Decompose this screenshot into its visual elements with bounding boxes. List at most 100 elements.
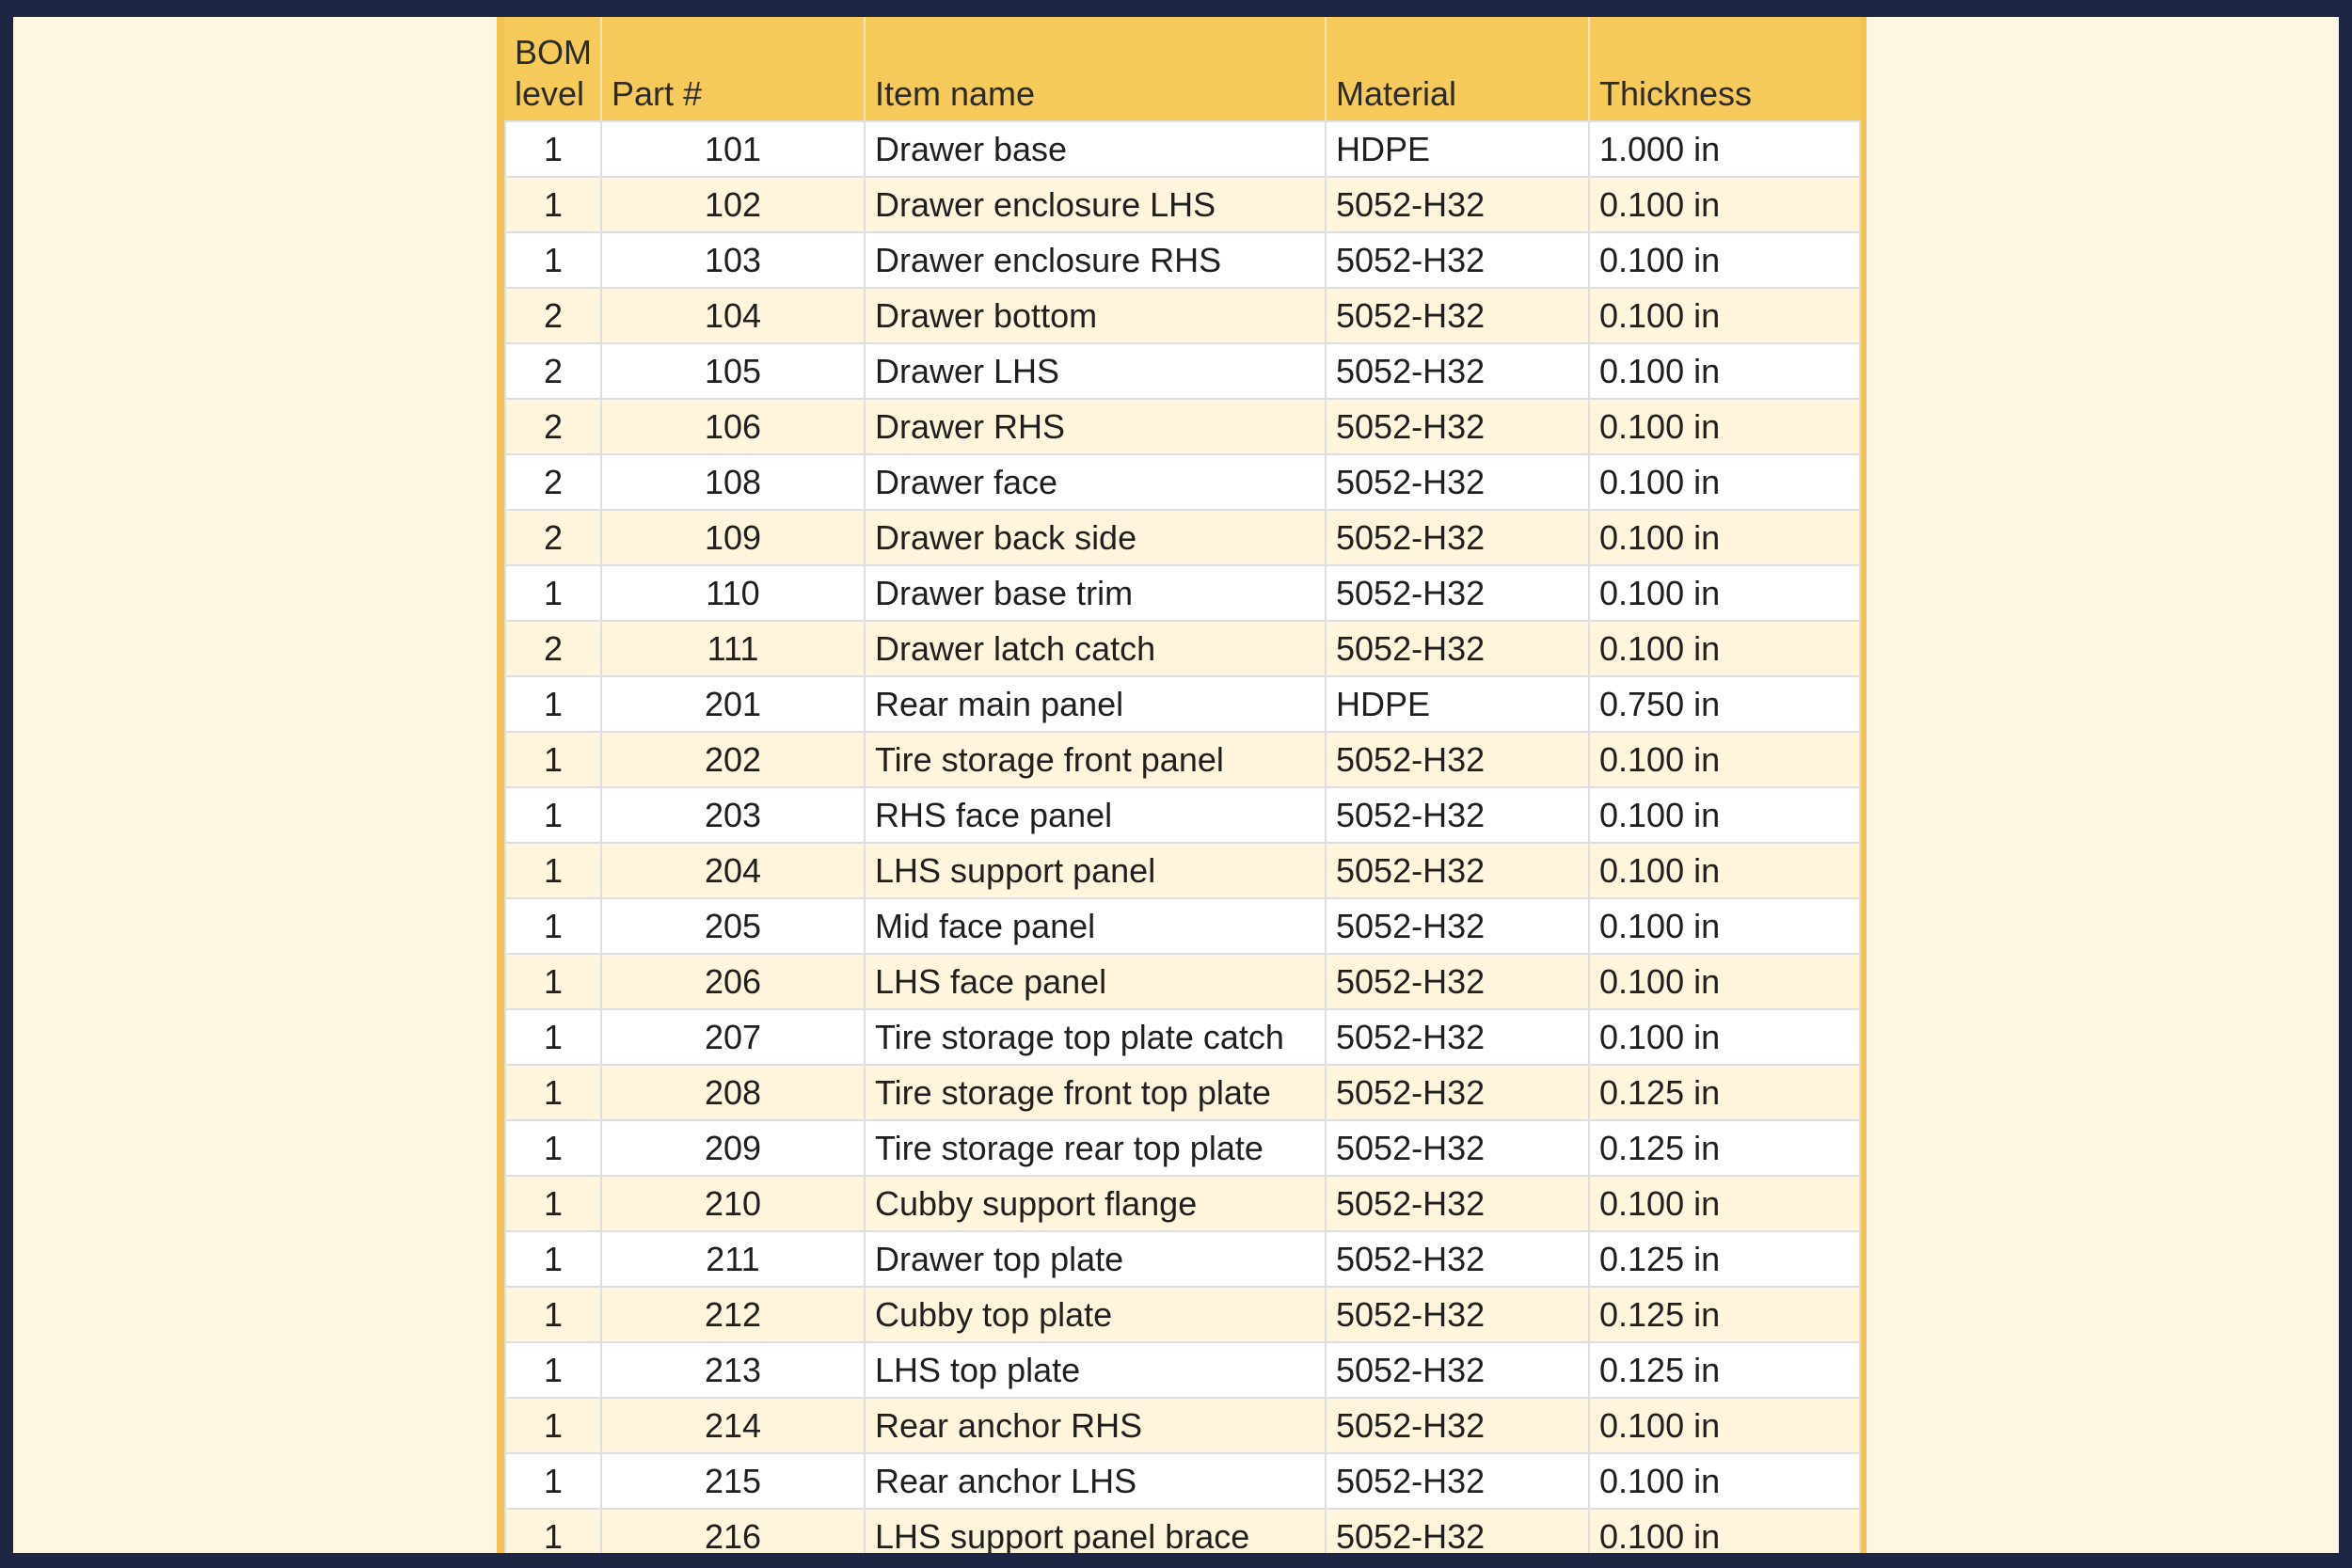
cell-part-number[interactable]: 103 bbox=[600, 231, 866, 289]
cell-material[interactable]: 5052-H32 bbox=[1325, 1341, 1590, 1399]
cell-item-name[interactable]: Drawer enclosure RHS bbox=[864, 231, 1327, 289]
cell-thickness[interactable]: 0.100 in bbox=[1588, 953, 1861, 1010]
cell-material[interactable]: 5052-H32 bbox=[1325, 231, 1590, 289]
cell-part-number[interactable]: 102 bbox=[600, 176, 866, 233]
cell-bom-level[interactable]: 1 bbox=[504, 1341, 602, 1399]
cell-bom-level[interactable]: 1 bbox=[504, 1008, 602, 1066]
header-thickness[interactable]: Thickness bbox=[1589, 17, 1860, 121]
cell-item-name[interactable]: LHS face panel bbox=[864, 953, 1327, 1010]
cell-thickness[interactable]: 0.100 in bbox=[1588, 342, 1861, 400]
cell-material[interactable]: HDPE bbox=[1325, 120, 1590, 178]
cell-material[interactable]: 5052-H32 bbox=[1325, 620, 1590, 677]
cell-material[interactable]: 5052-H32 bbox=[1325, 897, 1590, 955]
cell-material[interactable]: 5052-H32 bbox=[1325, 1397, 1590, 1454]
cell-thickness[interactable]: 0.100 in bbox=[1588, 1452, 1861, 1510]
header-item-name[interactable]: Item name bbox=[865, 17, 1327, 121]
cell-bom-level[interactable]: 1 bbox=[504, 731, 602, 788]
cell-bom-level[interactable]: 1 bbox=[504, 176, 602, 233]
cell-item-name[interactable]: Drawer enclosure LHS bbox=[864, 176, 1327, 233]
cell-material[interactable]: 5052-H32 bbox=[1325, 953, 1590, 1010]
cell-part-number[interactable]: 109 bbox=[600, 509, 866, 566]
cell-thickness[interactable]: 0.100 in bbox=[1588, 1175, 1861, 1232]
cell-item-name[interactable]: RHS face panel bbox=[864, 786, 1327, 844]
cell-material[interactable]: 5052-H32 bbox=[1325, 287, 1590, 344]
cell-thickness[interactable]: 0.125 in bbox=[1588, 1064, 1861, 1121]
cell-part-number[interactable]: 209 bbox=[600, 1119, 866, 1177]
cell-bom-level[interactable]: 2 bbox=[504, 398, 602, 455]
cell-part-number[interactable]: 204 bbox=[600, 842, 866, 899]
cell-bom-level[interactable]: 1 bbox=[504, 1508, 602, 1553]
cell-part-number[interactable]: 205 bbox=[600, 897, 866, 955]
cell-material[interactable]: 5052-H32 bbox=[1325, 786, 1590, 844]
cell-bom-level[interactable]: 1 bbox=[504, 1286, 602, 1343]
cell-item-name[interactable]: Cubby top plate bbox=[864, 1286, 1327, 1343]
cell-part-number[interactable]: 208 bbox=[600, 1064, 866, 1121]
cell-material[interactable]: 5052-H32 bbox=[1325, 342, 1590, 400]
cell-thickness[interactable]: 0.750 in bbox=[1588, 675, 1861, 733]
header-part-number[interactable]: Part # bbox=[601, 17, 866, 121]
cell-bom-level[interactable]: 2 bbox=[504, 620, 602, 677]
cell-material[interactable]: 5052-H32 bbox=[1325, 1286, 1590, 1343]
cell-material[interactable]: 5052-H32 bbox=[1325, 1008, 1590, 1066]
cell-thickness[interactable]: 0.100 in bbox=[1588, 1397, 1861, 1454]
cell-item-name[interactable]: Tire storage top plate catch bbox=[864, 1008, 1327, 1066]
cell-item-name[interactable]: LHS support panel brace bbox=[864, 1508, 1327, 1553]
cell-material[interactable]: 5052-H32 bbox=[1325, 398, 1590, 455]
cell-thickness[interactable]: 1.000 in bbox=[1588, 120, 1861, 178]
cell-item-name[interactable]: Drawer top plate bbox=[864, 1230, 1327, 1288]
cell-part-number[interactable]: 210 bbox=[600, 1175, 866, 1232]
cell-thickness[interactable]: 0.100 in bbox=[1588, 1008, 1861, 1066]
cell-bom-level[interactable]: 1 bbox=[504, 1230, 602, 1288]
cell-item-name[interactable]: Drawer face bbox=[864, 453, 1327, 511]
cell-part-number[interactable]: 110 bbox=[600, 564, 866, 622]
cell-part-number[interactable]: 202 bbox=[600, 731, 866, 788]
cell-bom-level[interactable]: 1 bbox=[504, 231, 602, 289]
cell-bom-level[interactable]: 1 bbox=[504, 786, 602, 844]
cell-part-number[interactable]: 108 bbox=[600, 453, 866, 511]
cell-thickness[interactable]: 0.100 in bbox=[1588, 731, 1861, 788]
cell-bom-level[interactable]: 2 bbox=[504, 342, 602, 400]
cell-bom-level[interactable]: 1 bbox=[504, 842, 602, 899]
cell-part-number[interactable]: 211 bbox=[600, 1230, 866, 1288]
cell-thickness[interactable]: 0.100 in bbox=[1588, 453, 1861, 511]
cell-thickness[interactable]: 0.100 in bbox=[1588, 398, 1861, 455]
cell-thickness[interactable]: 0.100 in bbox=[1588, 287, 1861, 344]
cell-part-number[interactable]: 101 bbox=[600, 120, 866, 178]
cell-item-name[interactable]: Rear main panel bbox=[864, 675, 1327, 733]
cell-part-number[interactable]: 111 bbox=[600, 620, 866, 677]
cell-thickness[interactable]: 0.125 in bbox=[1588, 1230, 1861, 1288]
cell-item-name[interactable]: Rear anchor RHS bbox=[864, 1397, 1327, 1454]
cell-thickness[interactable]: 0.100 in bbox=[1588, 509, 1861, 566]
cell-part-number[interactable]: 106 bbox=[600, 398, 866, 455]
cell-thickness[interactable]: 0.125 in bbox=[1588, 1119, 1861, 1177]
cell-part-number[interactable]: 206 bbox=[600, 953, 866, 1010]
cell-item-name[interactable]: LHS support panel bbox=[864, 842, 1327, 899]
cell-bom-level[interactable]: 1 bbox=[504, 953, 602, 1010]
cell-item-name[interactable]: Drawer bottom bbox=[864, 287, 1327, 344]
cell-part-number[interactable]: 212 bbox=[600, 1286, 866, 1343]
cell-bom-level[interactable]: 1 bbox=[504, 1064, 602, 1121]
cell-thickness[interactable]: 0.100 in bbox=[1588, 176, 1861, 233]
cell-thickness[interactable]: 0.100 in bbox=[1588, 1508, 1861, 1553]
header-bom-level[interactable]: BOM level bbox=[505, 17, 602, 121]
cell-material[interactable]: 5052-H32 bbox=[1325, 731, 1590, 788]
cell-bom-level[interactable]: 1 bbox=[504, 1119, 602, 1177]
cell-part-number[interactable]: 105 bbox=[600, 342, 866, 400]
cell-item-name[interactable]: LHS top plate bbox=[864, 1341, 1327, 1399]
cell-part-number[interactable]: 215 bbox=[600, 1452, 866, 1510]
cell-bom-level[interactable]: 2 bbox=[504, 509, 602, 566]
cell-item-name[interactable]: Mid face panel bbox=[864, 897, 1327, 955]
cell-thickness[interactable]: 0.100 in bbox=[1588, 620, 1861, 677]
cell-part-number[interactable]: 104 bbox=[600, 287, 866, 344]
cell-item-name[interactable]: Drawer LHS bbox=[864, 342, 1327, 400]
cell-material[interactable]: 5052-H32 bbox=[1325, 1230, 1590, 1288]
cell-bom-level[interactable]: 1 bbox=[504, 564, 602, 622]
cell-material[interactable]: 5052-H32 bbox=[1325, 1452, 1590, 1510]
cell-item-name[interactable]: Cubby support flange bbox=[864, 1175, 1327, 1232]
cell-part-number[interactable]: 213 bbox=[600, 1341, 866, 1399]
cell-material[interactable]: 5052-H32 bbox=[1325, 564, 1590, 622]
cell-thickness[interactable]: 0.125 in bbox=[1588, 1286, 1861, 1343]
cell-item-name[interactable]: Drawer base bbox=[864, 120, 1327, 178]
cell-bom-level[interactable]: 2 bbox=[504, 287, 602, 344]
cell-material[interactable]: 5052-H32 bbox=[1325, 453, 1590, 511]
